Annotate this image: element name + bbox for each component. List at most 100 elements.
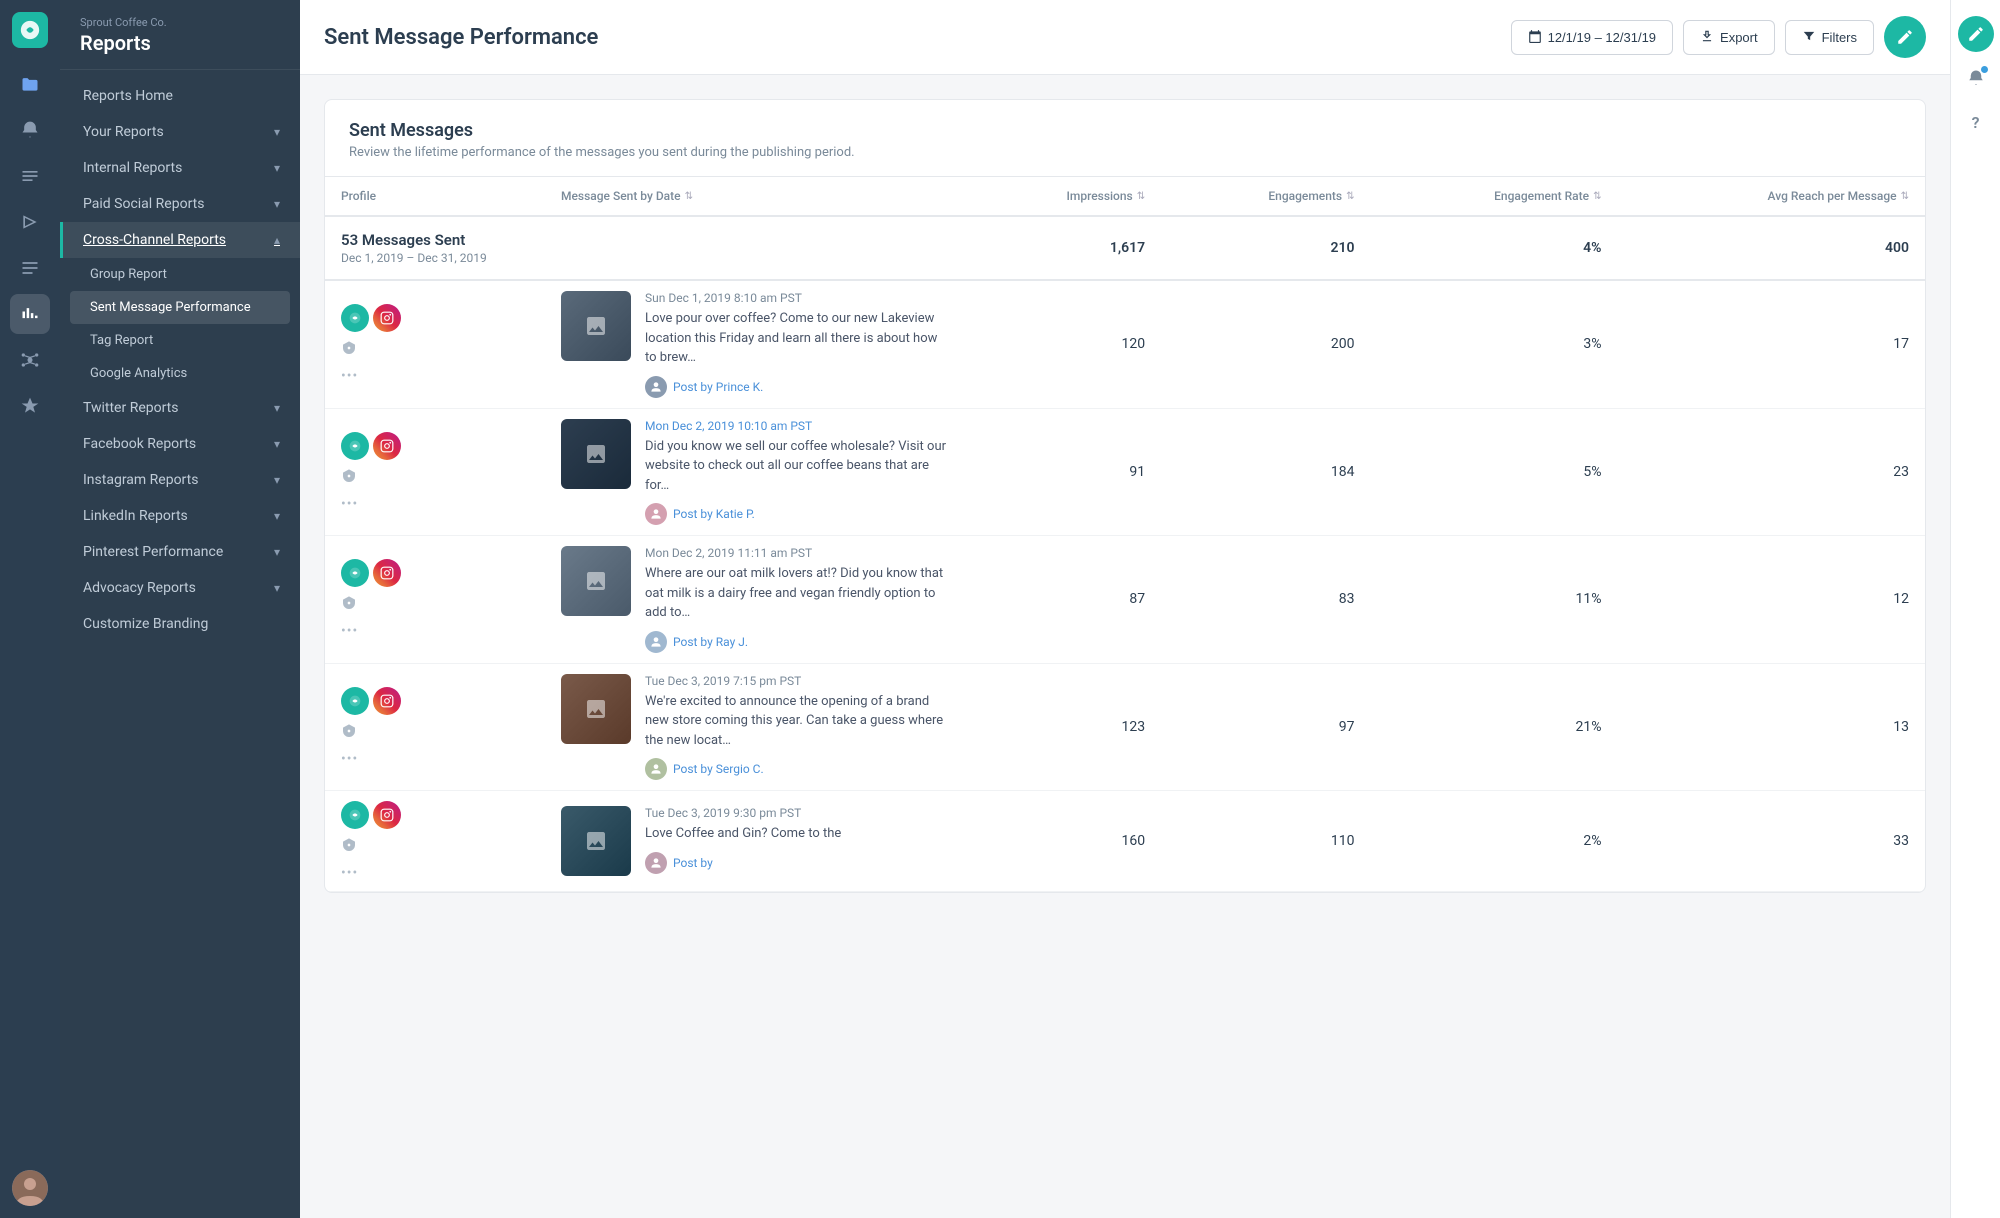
message-thumbnail-5 xyxy=(561,806,631,876)
tag-icon xyxy=(341,468,401,488)
sidebar-item-pinterest-performance[interactable]: Pinterest Performance ▾ xyxy=(60,534,300,570)
more-icon[interactable]: ••• xyxy=(341,368,401,384)
app-logo[interactable] xyxy=(12,12,48,48)
author-avatar xyxy=(645,852,667,874)
chevron-down-icon: ▾ xyxy=(274,125,280,139)
section-title: Reports xyxy=(80,31,280,55)
avg-reach-2: 23 xyxy=(1617,408,1925,536)
sidebar-header: Sprout Coffee Co. Reports xyxy=(60,0,300,70)
more-icon[interactable]: ••• xyxy=(341,623,401,639)
impressions-3: 87 xyxy=(965,536,1161,664)
nav-icon-star[interactable] xyxy=(10,386,50,426)
sprout-icon xyxy=(341,304,369,332)
company-name: Sprout Coffee Co. xyxy=(80,16,280,29)
table-header: Profile Message Sent by Date Impressions… xyxy=(325,177,1925,216)
sidebar-item-your-reports[interactable]: Your Reports ▾ xyxy=(60,114,300,150)
col-message-date[interactable]: Message Sent by Date xyxy=(545,177,965,216)
message-content-cell-5: Tue Dec 3, 2019 9:30 pm PST Love Coffee … xyxy=(545,791,965,892)
nav-icon-social[interactable] xyxy=(10,340,50,380)
message-body-4: We're excited to announce the opening of… xyxy=(645,692,949,751)
right-icon-bell[interactable] xyxy=(1958,60,1994,96)
impressions-5: 160 xyxy=(965,791,1161,892)
right-icon-help[interactable]: ? xyxy=(1958,104,1994,140)
chevron-down-icon: ▾ xyxy=(274,437,280,451)
message-body-5: Love Coffee and Gin? Come to the xyxy=(645,824,949,844)
engagements-5: 110 xyxy=(1161,791,1370,892)
sidebar-item-advocacy-reports[interactable]: Advocacy Reports ▾ xyxy=(60,570,300,606)
sidebar-sub-sent-message-performance[interactable]: Sent Message Performance xyxy=(70,291,290,324)
user-avatar[interactable] xyxy=(12,1170,48,1206)
engagements-2: 184 xyxy=(1161,408,1370,536)
profile-cell-1: ••• xyxy=(325,280,545,408)
more-icon[interactable]: ••• xyxy=(341,865,401,881)
instagram-icon xyxy=(373,687,401,715)
message-date-5: Tue Dec 3, 2019 9:30 pm PST xyxy=(645,806,949,820)
message-author-3: Post by Ray J. xyxy=(645,631,949,653)
export-icon xyxy=(1700,29,1714,46)
export-label: Export xyxy=(1720,30,1758,45)
nav-icon-publish[interactable] xyxy=(10,202,50,242)
more-icon[interactable]: ••• xyxy=(341,751,401,767)
engagement-rate-1: 3% xyxy=(1370,280,1617,408)
profile-cell-4: ••• xyxy=(325,663,545,791)
summary-engagements: 210 xyxy=(1161,216,1370,280)
sidebar-item-instagram-reports[interactable]: Instagram Reports ▾ xyxy=(60,462,300,498)
message-author-2: Post by Katie P. xyxy=(645,503,949,525)
sidebar-sub-google-analytics[interactable]: Google Analytics xyxy=(60,357,300,390)
tag-icon xyxy=(341,340,401,360)
col-engagements[interactable]: Engagements xyxy=(1161,177,1370,216)
sprout-icon xyxy=(341,801,369,829)
profile-cell-2: ••• xyxy=(325,408,545,536)
nav-icon-folder[interactable] xyxy=(10,64,50,104)
compose-button[interactable] xyxy=(1884,16,1926,58)
table-row: ••• Mon Dec 2, 2019 10:10 am PST Did you… xyxy=(325,408,1925,536)
messages-table: Profile Message Sent by Date Impressions… xyxy=(325,177,1925,892)
engagements-1: 200 xyxy=(1161,280,1370,408)
col-avg-reach[interactable]: Avg Reach per Message xyxy=(1617,177,1925,216)
sidebar-item-facebook-reports[interactable]: Facebook Reports ▾ xyxy=(60,426,300,462)
engagement-rate-5: 2% xyxy=(1370,791,1617,892)
col-impressions[interactable]: Impressions xyxy=(965,177,1161,216)
engagements-4: 97 xyxy=(1161,663,1370,791)
summary-date: Dec 1, 2019 – Dec 31, 2019 xyxy=(341,251,949,265)
sidebar-item-reports-home[interactable]: Reports Home xyxy=(60,78,300,114)
filters-label: Filters xyxy=(1822,30,1857,45)
filters-button[interactable]: Filters xyxy=(1785,20,1874,55)
nav-icon-inbox[interactable] xyxy=(10,156,50,196)
message-thumbnail-2 xyxy=(561,419,631,489)
message-date-4: Tue Dec 3, 2019 7:15 pm PST xyxy=(645,674,949,688)
nav-icon-reports[interactable] xyxy=(10,294,50,334)
sidebar-item-linkedin-reports[interactable]: LinkedIn Reports ▾ xyxy=(60,498,300,534)
instagram-icon xyxy=(373,432,401,460)
chevron-down-icon: ▾ xyxy=(274,401,280,415)
right-icon-compose[interactable] xyxy=(1958,16,1994,52)
icon-bar xyxy=(0,0,60,1218)
sent-messages-card: Sent Messages Review the lifetime perfor… xyxy=(324,99,1926,893)
date-range-button[interactable]: 12/1/19 – 12/31/19 xyxy=(1511,20,1673,55)
sidebar-sub-tag-report[interactable]: Tag Report xyxy=(60,324,300,357)
avg-reach-4: 13 xyxy=(1617,663,1925,791)
nav-icon-tasks[interactable] xyxy=(10,248,50,288)
message-text-col-3: Mon Dec 2, 2019 11:11 am PST Where are o… xyxy=(645,546,949,653)
instagram-icon xyxy=(373,559,401,587)
sidebar-item-twitter-reports[interactable]: Twitter Reports ▾ xyxy=(60,390,300,426)
sidebar-item-cross-channel-reports[interactable]: Cross-Channel Reports ▴ xyxy=(60,222,300,258)
more-icon[interactable]: ••• xyxy=(341,496,401,512)
sidebar-item-paid-social-reports[interactable]: Paid Social Reports ▾ xyxy=(60,186,300,222)
message-date-2[interactable]: Mon Dec 2, 2019 10:10 am PST xyxy=(645,419,949,433)
message-content-cell-4: Tue Dec 3, 2019 7:15 pm PST We're excite… xyxy=(545,663,965,791)
right-icon-bar: ? xyxy=(1950,0,2000,1218)
thumb-placeholder-icon xyxy=(561,806,631,876)
sidebar-item-customize-branding[interactable]: Customize Branding xyxy=(60,606,300,642)
message-content-cell-1: Sun Dec 1, 2019 8:10 am PST Love pour ov… xyxy=(545,280,965,408)
message-body-3: Where are our oat milk lovers at!? Did y… xyxy=(645,564,949,623)
export-button[interactable]: Export xyxy=(1683,20,1775,55)
engagement-rate-3: 11% xyxy=(1370,536,1617,664)
sidebar-sub-group-report[interactable]: Group Report xyxy=(60,258,300,291)
nav-icon-alerts[interactable] xyxy=(10,110,50,150)
messages-count: 53 Messages Sent xyxy=(341,231,949,249)
summary-row: 53 Messages Sent Dec 1, 2019 – Dec 31, 2… xyxy=(325,216,1925,280)
col-engagement-rate[interactable]: Engagement Rate xyxy=(1370,177,1617,216)
sidebar-item-internal-reports[interactable]: Internal Reports ▾ xyxy=(60,150,300,186)
summary-engagement-rate: 4% xyxy=(1370,216,1617,280)
